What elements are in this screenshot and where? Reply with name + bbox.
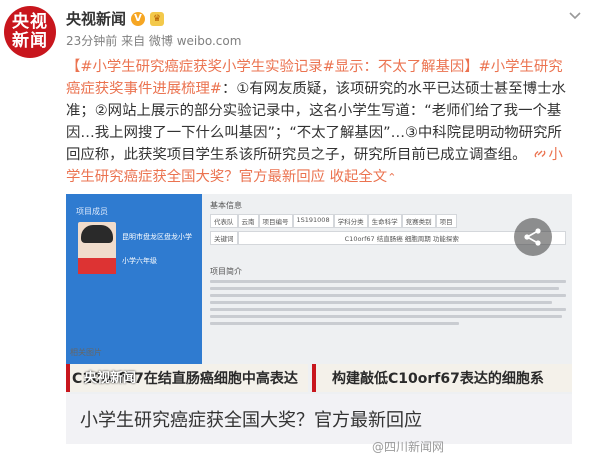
- profile-title: 项目成员: [76, 207, 108, 216]
- info-cell: 生命科学: [367, 214, 402, 228]
- watermark: @四川新闻网: [372, 440, 445, 454]
- basic-info-title: 基本信息: [210, 201, 242, 210]
- member-profile-panel: 项目成员 昆明市盘龙区盘龙小学 小学六年级: [66, 194, 202, 364]
- summary-line: [210, 308, 566, 311]
- summary-line: [210, 280, 566, 283]
- collapse-arrow-icon: ⌃: [387, 171, 397, 184]
- related-images-label: 相关图片: [70, 348, 102, 357]
- share-icon[interactable]: [514, 218, 552, 256]
- info-cell: 学科分类: [333, 214, 368, 228]
- post-content: 【#小学生研究癌症获奖小学生实验记录#显示：不太了解基因】#小学生研究癌症获奖事…: [66, 56, 572, 189]
- collapse-label: 收起全文: [329, 169, 388, 185]
- figure-caption-right: 构建敲低C10orf67表达的细胞系: [312, 364, 572, 392]
- info-row-1: 代表队 云南 项目编号 1S191008 学科分类 生命科学 竞赛类别 项目: [210, 214, 566, 228]
- info-cell: 云南: [237, 214, 259, 228]
- summary-line: [210, 301, 552, 304]
- article-card[interactable]: 项目成员 昆明市盘龙区盘龙小学 小学六年级 基本信息 代表队 云南 项目编号 1…: [66, 194, 572, 452]
- info-cell: 关键词: [210, 231, 238, 245]
- link-icon: [534, 150, 545, 158]
- info-cell: 竞赛类别: [401, 214, 436, 228]
- info-cell: 1S191008: [292, 214, 334, 228]
- avatar-text-line2: 新闻: [12, 31, 48, 51]
- overlay-watermark: 央视新闻: [84, 371, 137, 386]
- figure-caption-right-text: 构建敲低C10orf67表达的细胞系: [332, 371, 544, 387]
- photo-shirt: [78, 258, 116, 274]
- basic-info: 基本信息 代表队 云南 项目编号 1S191008 学科分类 生命科学 竞赛类别…: [210, 200, 566, 245]
- collapse-link[interactable]: 收起全文⌃: [330, 169, 397, 185]
- info-cell: 项目编号: [258, 214, 293, 228]
- post-meta: 23分钟前 来自 微博 weibo.com: [66, 34, 242, 48]
- article-card-title[interactable]: 小学生研究癌症获全国大奖？官方最新回应: [66, 394, 572, 444]
- profile-grade: 小学六年级: [122, 257, 157, 265]
- share-glyph: [524, 228, 541, 246]
- caption-accent-bar: [312, 364, 316, 392]
- author-name[interactable]: 央视新闻: [66, 8, 126, 29]
- profile-school: 昆明市盘龙区盘龙小学: [122, 233, 192, 241]
- summary-line: [210, 322, 460, 325]
- info-row-2: 关键词 C10orf67 结直肠癌 细胞周期 功能探索: [210, 231, 566, 245]
- info-cell: 代表队: [210, 214, 238, 228]
- avatar-text-line1: 央视: [12, 12, 48, 32]
- info-cell: 项目: [435, 214, 457, 228]
- article-card-image[interactable]: 项目成员 昆明市盘龙区盘龙小学 小学六年级 基本信息 代表队 云南 项目编号 1…: [66, 194, 572, 394]
- summary-line: [210, 287, 559, 290]
- summary-text-lines: [210, 280, 566, 329]
- photo-hair: [81, 225, 113, 243]
- caption-accent-bar: [66, 364, 70, 392]
- avatar[interactable]: 央视 新闻: [4, 6, 56, 58]
- verified-icon: V: [131, 11, 146, 26]
- chevron-down-icon[interactable]: [568, 8, 582, 22]
- summary-line: [210, 315, 563, 318]
- hashtag-link-1[interactable]: 【#小学生研究癌症获奖小学生实验记录#显示：不太了解基因】: [66, 59, 479, 75]
- summary-title: 项目简介: [210, 267, 242, 276]
- medal-icon: ♛: [150, 11, 165, 26]
- author-row: 央视新闻 V ♛: [66, 8, 165, 29]
- summary-line: [210, 294, 566, 297]
- student-photo: [78, 222, 116, 274]
